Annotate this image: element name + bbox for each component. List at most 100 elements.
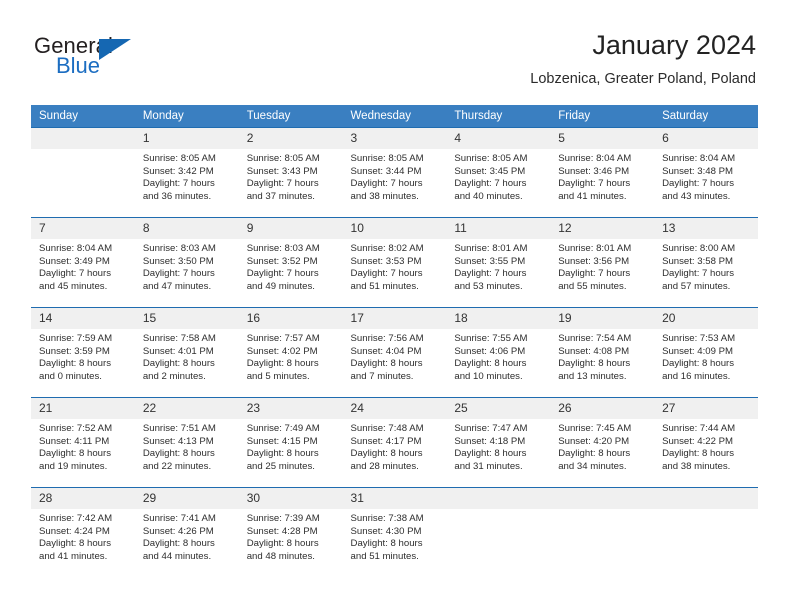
- daylight-text-line2: and 51 minutes.: [350, 550, 419, 562]
- calendar-day-cell[interactable]: 12 Sunrise: 8:01 AM Sunset: 3:56 PM Dayligh…: [550, 217, 655, 308]
- sunrise-text: Sunrise: 7:52 AM: [39, 423, 113, 434]
- calendar-day-cell[interactable]: 15 Sunrise: 7:58 AM Sunset: 4:01 PM Dayligh…: [134, 307, 239, 398]
- sunrise-text: Sunrise: 8:03 AM: [246, 243, 320, 254]
- calendar-day-cell[interactable]: 18 Sunrise: 7:55 AM Sunset: 4:06 PM Dayligh…: [446, 307, 551, 398]
- calendar-day-cell[interactable]: 7 Sunrise: 8:04 AM Sunset: 3:49 PM Daylight…: [31, 217, 135, 308]
- day-cell-inner: [654, 488, 758, 577]
- calendar-day-cell[interactable]: 30 Sunrise: 7:39 AM Sunset: 4:28 PM Dayligh…: [238, 487, 343, 577]
- day-cell-inner: 15 Sunrise: 7:58 AM Sunset: 4:01 PM Dayligh…: [134, 308, 239, 397]
- calendar-day-cell[interactable]: 23 Sunrise: 7:49 AM Sunset: 4:15 PM Dayligh…: [238, 397, 343, 488]
- sunrise-text: Sunrise: 8:00 AM: [662, 243, 736, 254]
- calendar-day-cell[interactable]: 19 Sunrise: 7:54 AM Sunset: 4:08 PM Dayligh…: [550, 307, 655, 398]
- daylight-text-line2: and 25 minutes.: [246, 460, 315, 472]
- calendar-day-cell[interactable]: 6 Sunrise: 8:04 AM Sunset: 3:48 PM Daylight…: [654, 127, 758, 218]
- calendar-day-cell[interactable]: 5 Sunrise: 8:04 AM Sunset: 3:46 PM Daylight…: [550, 127, 655, 218]
- daylight-text-line1: Daylight: 8 hours: [246, 538, 319, 550]
- day-cell-inner: [446, 488, 551, 577]
- daylight-text-line1: Daylight: 7 hours: [662, 178, 735, 190]
- day-details: Sunrise: 7:57 AM Sunset: 4:02 PM Daylight:…: [239, 329, 343, 383]
- daylight-text-line1: Daylight: 8 hours: [246, 358, 319, 370]
- calendar-page: General Blue January 2024 Lobzenica, Gre…: [0, 0, 792, 612]
- day-details: Sunrise: 7:53 AM Sunset: 4:09 PM Daylight:…: [654, 329, 758, 383]
- calendar-day-cell[interactable]: 28 Sunrise: 7:42 AM Sunset: 4:24 PM Dayligh…: [31, 487, 135, 577]
- day-number: 16: [238, 308, 343, 329]
- sunset-text: Sunset: 4:17 PM: [350, 435, 422, 447]
- calendar-day-cell[interactable]: 22 Sunrise: 7:51 AM Sunset: 4:13 PM Dayligh…: [134, 397, 239, 488]
- calendar-day-cell[interactable]: 13 Sunrise: 8:00 AM Sunset: 3:58 PM Dayligh…: [654, 217, 758, 308]
- day-details: Sunrise: 8:00 AM Sunset: 3:58 PM Daylight:…: [654, 239, 758, 293]
- calendar-day-cell[interactable]: 2 Sunrise: 8:05 AM Sunset: 3:43 PM Daylight…: [238, 127, 343, 218]
- daylight-text-line2: and 28 minutes.: [350, 460, 419, 472]
- sunset-text: Sunset: 3:49 PM: [39, 255, 110, 267]
- daylight-text-line2: and 13 minutes.: [558, 370, 627, 382]
- daylight-text-line1: Daylight: 8 hours: [39, 538, 111, 550]
- calendar-day-cell[interactable]: 8 Sunrise: 8:03 AM Sunset: 3:50 PM Daylight…: [134, 217, 239, 308]
- day-details: Sunrise: 8:05 AM Sunset: 3:45 PM Daylight:…: [446, 149, 550, 203]
- daylight-text-line1: Daylight: 7 hours: [350, 178, 423, 190]
- calendar-day-cell[interactable]: 26 Sunrise: 7:45 AM Sunset: 4:20 PM Dayligh…: [550, 397, 655, 488]
- day-cell-inner: 12 Sunrise: 8:01 AM Sunset: 3:56 PM Dayligh…: [550, 218, 655, 307]
- day-number: 15: [134, 308, 239, 329]
- calendar-day-cell[interactable]: 31 Sunrise: 7:38 AM Sunset: 4:30 PM Dayligh…: [342, 487, 447, 577]
- sunrise-text: Sunrise: 7:56 AM: [350, 333, 424, 344]
- sunrise-text: Sunrise: 7:38 AM: [350, 513, 424, 524]
- page-subtitle: Lobzenica, Greater Poland, Poland: [530, 71, 756, 87]
- daylight-text-line2: and 7 minutes.: [350, 370, 414, 382]
- daylight-text-line1: Daylight: 8 hours: [662, 448, 735, 460]
- daylight-text-line1: Daylight: 8 hours: [142, 358, 215, 370]
- calendar-day-cell[interactable]: 14 Sunrise: 7:59 AM Sunset: 3:59 PM Dayligh…: [31, 307, 135, 398]
- daylight-text-line1: Daylight: 8 hours: [350, 448, 423, 460]
- calendar-empty-cell: [550, 487, 655, 577]
- daylight-text-line2: and 43 minutes.: [662, 190, 731, 202]
- calendar-week-row: 28 Sunrise: 7:42 AM Sunset: 4:24 PM Dayligh…: [31, 487, 758, 577]
- daylight-text-line1: Daylight: 8 hours: [454, 358, 527, 370]
- day-details: Sunrise: 8:02 AM Sunset: 3:53 PM Daylight:…: [343, 239, 447, 293]
- sunset-text: Sunset: 4:22 PM: [662, 435, 733, 447]
- calendar-body: 1 Sunrise: 8:05 AM Sunset: 3:42 PM Daylight…: [31, 127, 758, 577]
- calendar-day-cell[interactable]: 25 Sunrise: 7:47 AM Sunset: 4:18 PM Dayligh…: [446, 397, 551, 488]
- sunrise-text: Sunrise: 8:01 AM: [558, 243, 632, 254]
- weekday-header-sunday: Sunday: [31, 105, 135, 128]
- calendar-day-cell[interactable]: 17 Sunrise: 7:56 AM Sunset: 4:04 PM Dayligh…: [342, 307, 447, 398]
- day-number: 22: [134, 398, 239, 419]
- sunrise-text: Sunrise: 7:48 AM: [350, 423, 424, 434]
- calendar-day-cell[interactable]: 4 Sunrise: 8:05 AM Sunset: 3:45 PM Daylight…: [446, 127, 551, 218]
- day-cell-inner: 25 Sunrise: 7:47 AM Sunset: 4:18 PM Dayligh…: [446, 398, 551, 487]
- daylight-text-line2: and 22 minutes.: [142, 460, 212, 472]
- calendar-day-cell[interactable]: 29 Sunrise: 7:41 AM Sunset: 4:26 PM Dayligh…: [134, 487, 239, 577]
- day-number: 1: [134, 128, 239, 149]
- day-number: 5: [550, 128, 655, 149]
- day-number: 23: [238, 398, 343, 419]
- daylight-text-line2: and 53 minutes.: [454, 280, 523, 292]
- calendar-day-cell[interactable]: 24 Sunrise: 7:48 AM Sunset: 4:17 PM Dayligh…: [342, 397, 447, 488]
- day-cell-inner: 20 Sunrise: 7:53 AM Sunset: 4:09 PM Dayligh…: [654, 308, 758, 397]
- calendar-day-cell[interactable]: 16 Sunrise: 7:57 AM Sunset: 4:02 PM Dayligh…: [238, 307, 343, 398]
- calendar-day-cell[interactable]: 20 Sunrise: 7:53 AM Sunset: 4:09 PM Dayligh…: [654, 307, 758, 398]
- day-number: 18: [446, 308, 551, 329]
- calendar-day-cell[interactable]: 3 Sunrise: 8:05 AM Sunset: 3:44 PM Daylight…: [342, 127, 447, 218]
- calendar-day-cell[interactable]: 21 Sunrise: 7:52 AM Sunset: 4:11 PM Dayligh…: [31, 397, 135, 488]
- calendar-day-cell[interactable]: 1 Sunrise: 8:05 AM Sunset: 3:42 PM Daylight…: [134, 127, 239, 218]
- day-number: 27: [654, 398, 758, 419]
- sunrise-text: Sunrise: 7:44 AM: [662, 423, 736, 434]
- calendar-empty-cell: [654, 487, 758, 577]
- sunrise-text: Sunrise: 7:41 AM: [142, 513, 216, 524]
- day-cell-inner: 22 Sunrise: 7:51 AM Sunset: 4:13 PM Dayligh…: [134, 398, 239, 487]
- brand-logo[interactable]: General Blue: [34, 33, 214, 85]
- daylight-text-line1: Daylight: 7 hours: [662, 268, 735, 280]
- day-cell-inner: 18 Sunrise: 7:55 AM Sunset: 4:06 PM Dayligh…: [446, 308, 551, 397]
- calendar-day-cell[interactable]: 10 Sunrise: 8:02 AM Sunset: 3:53 PM Dayligh…: [342, 217, 447, 308]
- daylight-text-line2: and 38 minutes.: [662, 460, 731, 472]
- calendar-day-cell[interactable]: 27 Sunrise: 7:44 AM Sunset: 4:22 PM Dayligh…: [654, 397, 758, 488]
- calendar-week-row: 21 Sunrise: 7:52 AM Sunset: 4:11 PM Dayligh…: [31, 397, 758, 488]
- day-cell-inner: [550, 488, 655, 577]
- sunset-text: Sunset: 4:02 PM: [246, 345, 318, 357]
- day-details: Sunrise: 7:47 AM Sunset: 4:18 PM Daylight:…: [446, 419, 550, 473]
- day-cell-inner: 2 Sunrise: 8:05 AM Sunset: 3:43 PM Daylight…: [238, 128, 343, 217]
- calendar-day-cell[interactable]: 11 Sunrise: 8:01 AM Sunset: 3:55 PM Dayligh…: [446, 217, 551, 308]
- day-number: 20: [654, 308, 758, 329]
- daylight-text-line1: Daylight: 8 hours: [142, 538, 215, 550]
- daylight-text-line1: Daylight: 8 hours: [350, 538, 423, 550]
- calendar-empty-cell: [446, 487, 551, 577]
- calendar-day-cell[interactable]: 9 Sunrise: 8:03 AM Sunset: 3:52 PM Daylight…: [238, 217, 343, 308]
